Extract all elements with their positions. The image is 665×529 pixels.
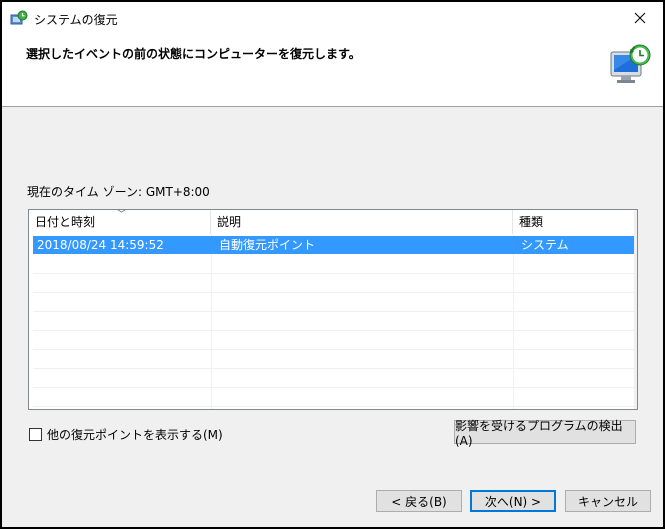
empty-row — [33, 293, 634, 312]
wizard-header: 選択したイベントの前の状態にコンピューターを復元します。 — [2, 34, 663, 107]
empty-row — [33, 350, 634, 369]
show-more-points-option[interactable]: 他の復元ポイントを表示する(M) — [29, 426, 223, 443]
system-restore-window: システムの復元 選択したイベントの前の状態にコンピューターを復元します。 現在の… — [0, 0, 665, 529]
title-bar[interactable]: システムの復元 — [2, 2, 663, 34]
column-header-type-label: 種類 — [519, 215, 544, 229]
row-description: 自動復元ポイント — [219, 238, 316, 252]
restore-points-table[interactable]: ﹀ 日付と時刻 説明 種類 2018/08/24 14:59:52 自動復元ポイ… — [28, 209, 638, 410]
show-more-points-label: 他の復元ポイントを表示する(M) — [47, 428, 223, 442]
empty-row — [33, 331, 634, 350]
empty-row — [33, 388, 634, 407]
back-button[interactable]: < 戻る(B) — [376, 490, 462, 512]
column-header-date-label: 日付と時刻 — [35, 215, 96, 229]
window-title: システムの復元 — [34, 13, 118, 27]
column-header-type[interactable]: 種類 — [513, 210, 634, 234]
cancel-button[interactable]: キャンセル — [565, 490, 651, 512]
timezone-label: 現在のタイム ゾーン: GMT+8:00 — [27, 185, 210, 199]
column-header-date[interactable]: ﹀ 日付と時刻 — [29, 210, 211, 234]
close-button[interactable] — [617, 2, 663, 34]
column-header-description-label: 説明 — [217, 215, 242, 229]
row-date: 2018/08/24 14:59:52 — [37, 238, 164, 252]
empty-row — [33, 369, 634, 388]
table-scroll-gutter — [634, 210, 637, 409]
instruction-text: 選択したイベントの前の状態にコンピューターを復元します。 — [26, 47, 361, 61]
sort-arrow-icon: ﹀ — [117, 210, 127, 220]
empty-row — [33, 274, 634, 293]
system-restore-icon — [10, 10, 28, 25]
show-more-points-checkbox[interactable] — [29, 428, 42, 441]
table-row[interactable]: 2018/08/24 14:59:52 自動復元ポイント システム — [33, 236, 634, 254]
row-type: システム — [521, 238, 569, 252]
empty-row — [33, 312, 634, 331]
next-button[interactable]: 次へ(N) > — [470, 490, 556, 512]
scan-affected-programs-button[interactable]: 影響を受けるプログラムの検出(A) — [454, 419, 636, 448]
column-header-description[interactable]: 説明 — [211, 210, 513, 234]
system-restore-large-icon — [610, 44, 651, 83]
empty-row — [33, 255, 634, 274]
close-icon — [634, 12, 646, 24]
table-header: ﹀ 日付と時刻 説明 種類 — [29, 210, 634, 234]
